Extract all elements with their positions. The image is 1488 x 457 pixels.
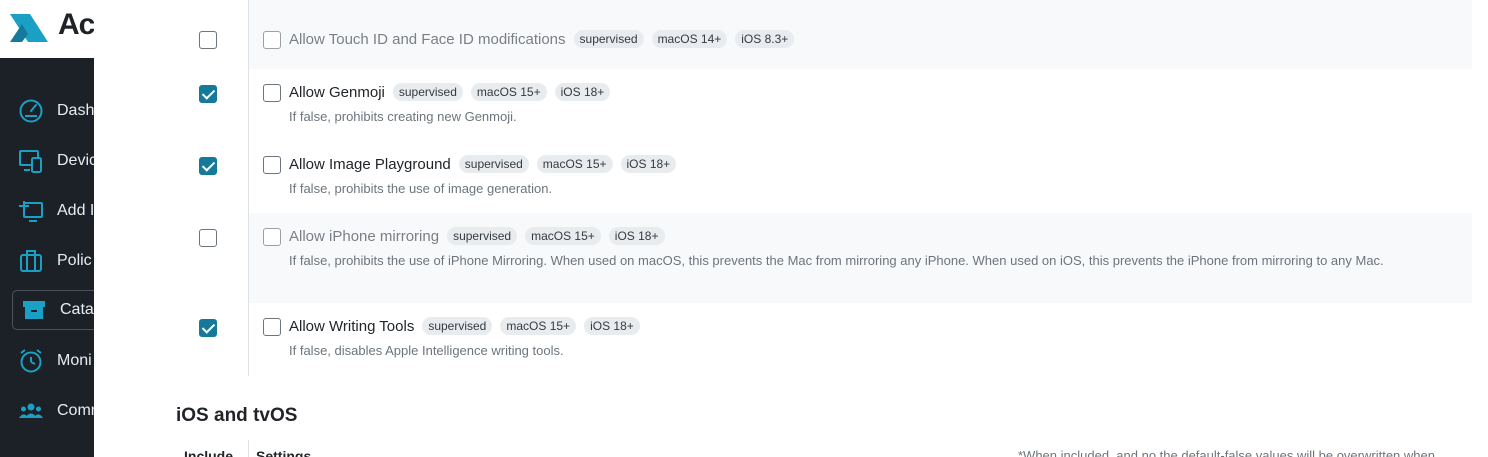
setting-label: Allow Genmoji [289,83,385,101]
column-header-include: Include [184,448,234,457]
badge-macos: macOS 15+ [470,83,547,101]
table-row: Allow Writing Tools supervised macOS 15+… [94,303,1488,376]
badge-supervised: supervised [458,155,529,173]
logo[interactable]: Ac [0,0,94,58]
sidebar-item-community[interactable]: Comm [10,391,94,431]
sidebar-item-label: Polic [57,252,92,269]
devices-icon [18,148,44,174]
badge-macos: macOS 15+ [500,317,577,335]
sidebar-item-label: Dash [57,102,94,119]
briefcase-icon [18,248,44,274]
setting-checkbox[interactable] [263,156,281,174]
setting-checkbox[interactable] [263,84,281,102]
setting-description: If false, prohibits the use of iPhone Mi… [289,253,1384,268]
sidebar-item-policies[interactable]: Polic [10,241,94,281]
archive-icon [21,297,47,323]
setting-line: Allow iPhone mirroring supervised macOS … [289,227,673,245]
sidebar-item-label: Add I [57,202,94,219]
sidebar-item-monitoring[interactable]: Moni [10,341,94,381]
badge-macos: macOS 15+ [536,155,613,173]
main-content: Allow Touch ID and Face ID modifications… [94,0,1488,457]
badge-ios: iOS 8.3+ [735,30,795,48]
badge-supervised: supervised [392,83,463,101]
setting-description: If false, prohibits the use of image gen… [289,181,553,196]
column-divider [248,440,249,457]
sidebar-item-add-device[interactable]: Add I [10,191,94,231]
setting-label: Allow Image Playground [289,155,451,173]
badge-supervised: supervised [422,317,493,335]
setting-line: Allow Touch ID and Face ID modifications… [289,30,802,48]
setting-checkbox[interactable] [263,228,281,246]
badge-ios: iOS 18+ [554,83,611,101]
logo-text: Ac [58,8,94,41]
column-header-settings: Settings [256,448,312,457]
setting-label: Allow Writing Tools [289,317,415,335]
section-title: iOS and tvOS [176,405,298,426]
badge-macos: macOS 14+ [651,30,728,48]
users-icon [18,398,44,424]
setting-checkbox[interactable] [263,318,281,336]
table-row: Allow Image Playground supervised macOS … [94,141,1488,213]
sidebar-item-label: Catal [60,301,94,318]
sidebar-item-label: Moni [57,352,92,369]
badge-ios: iOS 18+ [608,227,665,245]
badge-ios: iOS 18+ [584,317,640,335]
badge-supervised: supervised [573,30,644,48]
badge-macos: macOS 15+ [525,227,601,245]
setting-label: Allow iPhone mirroring [289,227,440,245]
sidebar-item-catalog[interactable]: Catal [12,290,94,330]
add-device-icon [18,198,44,224]
setting-description: If false, prohibits creating new Genmoji… [289,109,517,124]
sidebar-item-devices[interactable]: Devic [10,141,94,181]
column-note: *When included, and no the default-false… [1018,448,1435,457]
badge-ios: iOS 18+ [620,155,677,173]
setting-line: Allow Writing Tools supervised macOS 15+… [289,317,648,335]
badge-supervised: supervised [447,227,518,245]
logo-icon [10,14,48,42]
setting-line: Allow Image Playground supervised macOS … [289,155,684,173]
sidebar-item-label: Devic [57,152,94,169]
sidebar: Ac Dash Devic Add I Polic Catal Moni Com [0,0,94,457]
setting-description: If false, disables Apple Intelligence wr… [289,343,564,358]
table-row: Allow Genmoji supervised macOS 15+ iOS 1… [94,69,1488,141]
setting-checkbox[interactable] [263,31,281,49]
sidebar-item-label: Comm [57,402,94,419]
setting-label: Allow Touch ID and Face ID modifications [289,30,566,48]
setting-line: Allow Genmoji supervised macOS 15+ iOS 1… [289,83,618,101]
alarm-clock-icon [18,348,44,374]
gauge-icon [18,98,44,124]
sidebar-item-dashboard[interactable]: Dash [10,91,94,131]
